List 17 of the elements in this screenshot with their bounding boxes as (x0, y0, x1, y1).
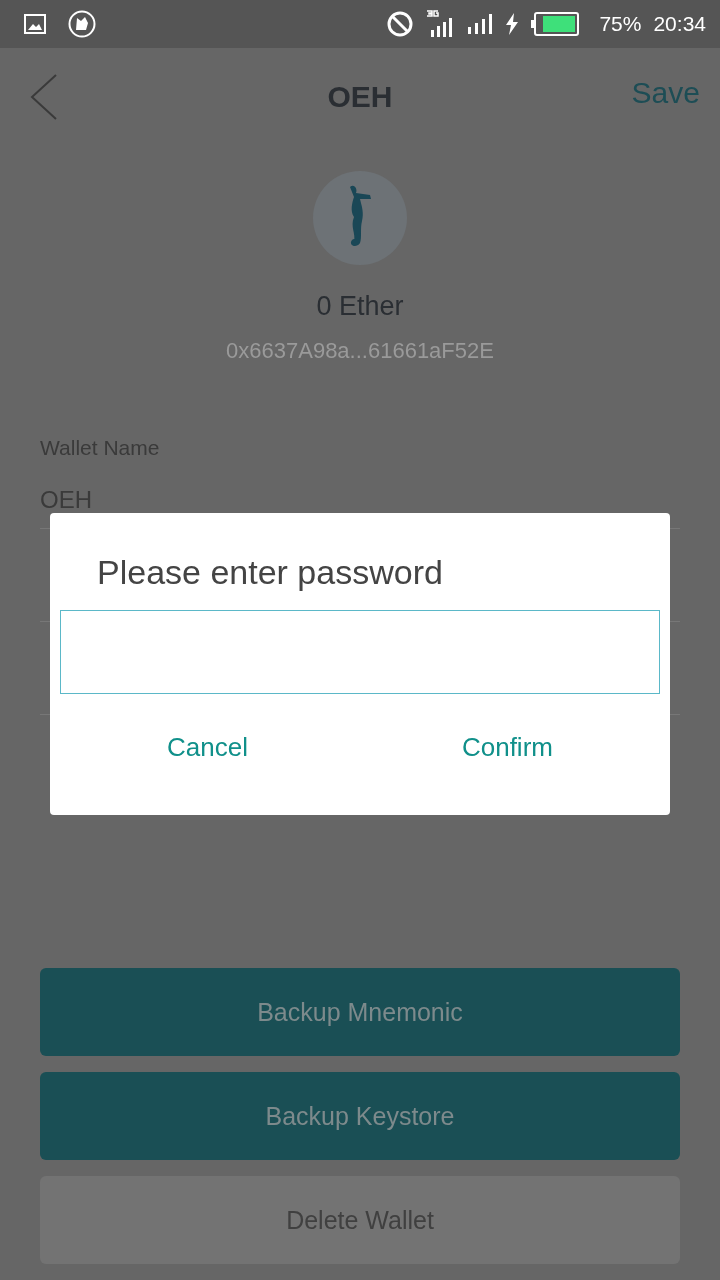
dialog-button[interactable]: Cancel (159, 728, 256, 767)
dialog-button[interactable]: Confirm (453, 728, 561, 767)
clock: 20:34 (653, 12, 706, 36)
action-button[interactable]: Backup Mnemonic (40, 968, 680, 1056)
charging-icon (505, 13, 520, 35)
save-button[interactable]: Save (631, 76, 700, 110)
action-button[interactable]: Backup Keystore (40, 1072, 680, 1160)
back-icon[interactable] (30, 74, 58, 120)
battery-percentage: 75% (599, 12, 642, 36)
battery-icon (531, 12, 580, 36)
signal-icon (467, 13, 494, 35)
dialog-title: Please enter password (97, 553, 444, 592)
do-not-disturb-icon (387, 11, 414, 37)
header-title: OEH (327, 79, 393, 114)
balance: 0 Ether (315, 291, 405, 322)
password-field[interactable] (60, 610, 660, 694)
image-icon (24, 14, 46, 34)
